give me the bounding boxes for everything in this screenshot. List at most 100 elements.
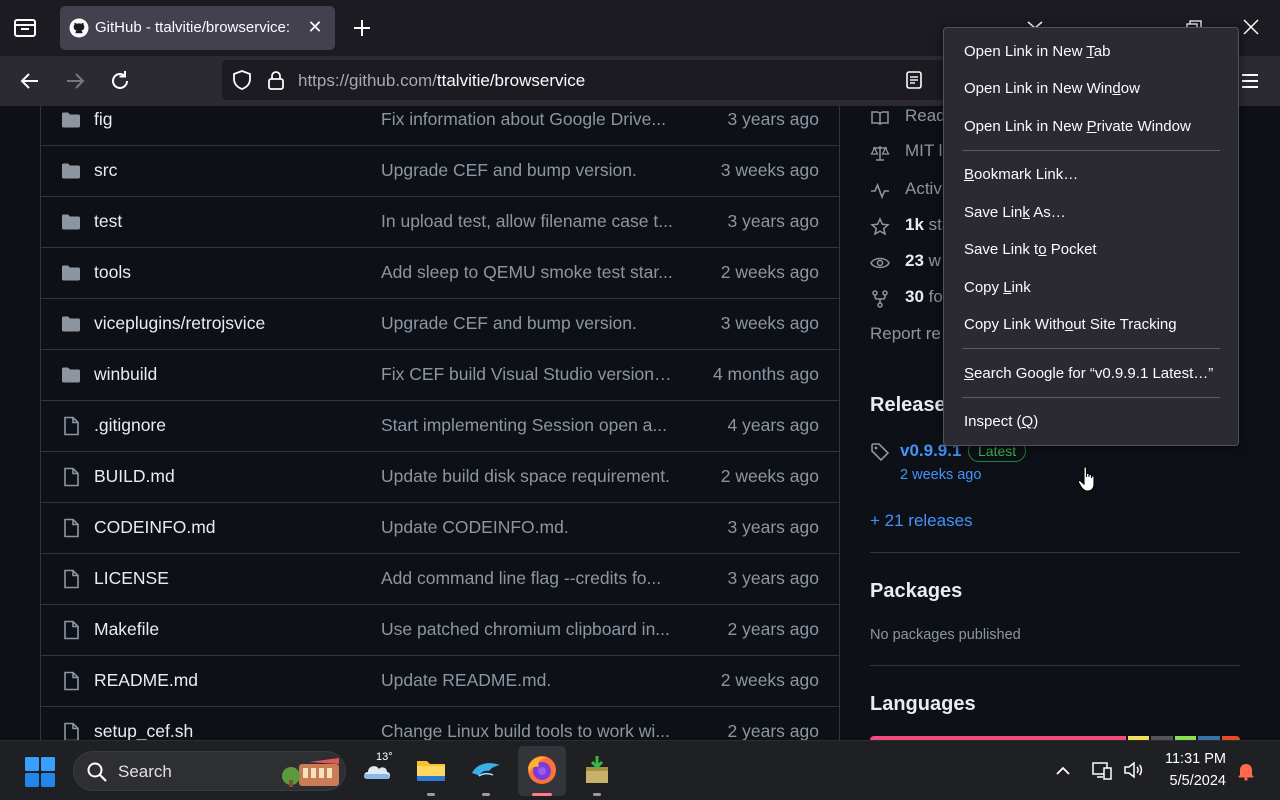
menu-search-google[interactable]: Search Google for “v0.9.9.1 Latest…” [964, 365, 1213, 382]
file-icon [61, 467, 81, 487]
divider [870, 552, 1240, 553]
menu-save-link-as[interactable]: Save Link As… [964, 204, 1066, 221]
lock-icon[interactable] [265, 69, 287, 91]
search-icon [87, 762, 107, 782]
menu-open-new-tab[interactable]: Open Link in New Tab [964, 43, 1110, 60]
commit-message-link[interactable]: Update CODEINFO.md. [381, 517, 673, 538]
close-window-icon[interactable] [1240, 16, 1262, 38]
forks-link[interactable]: 30 fo [870, 287, 950, 311]
file-name-link[interactable]: CODEINFO.md [94, 517, 216, 538]
reload-icon[interactable] [106, 67, 134, 95]
commit-message-link[interactable]: Upgrade CEF and bump version. [381, 313, 673, 334]
eye-icon [870, 257, 890, 269]
file-row: Makefile Use patched chromium clipboard i… [41, 604, 839, 655]
file-name-link[interactable]: fig [94, 109, 112, 130]
commit-message-link[interactable]: Upgrade CEF and bump version. [381, 160, 673, 181]
file-icon [61, 671, 81, 691]
reader-view-icon[interactable] [904, 70, 924, 90]
license-link[interactable]: MIT l [870, 141, 950, 165]
more-releases-link[interactable]: + 21 releases [870, 511, 973, 531]
file-name-link[interactable]: src [94, 160, 117, 181]
menu-copy-link-clean[interactable]: Copy Link Without Site Tracking [964, 316, 1177, 333]
file-name-link[interactable]: LICENSE [94, 568, 169, 589]
menu-open-new-window[interactable]: Open Link in New Window [964, 80, 1140, 97]
menu-copy-link[interactable]: Copy Link [964, 279, 1031, 296]
activity-link[interactable]: Activ [870, 179, 950, 203]
packages-text: No packages published [870, 627, 1021, 643]
folder-icon [61, 314, 81, 334]
fork-icon [872, 290, 888, 308]
menu-open-private-window[interactable]: Open Link in New Private Window [964, 118, 1191, 135]
address-bar[interactable]: https://github.com/ttalvitie/browservice [222, 60, 952, 100]
chevron-up-icon[interactable] [1053, 761, 1073, 781]
file-row: fig Fix information about Google Drive...… [41, 106, 839, 145]
commit-date: 3 years ago [727, 109, 819, 129]
file-name-link[interactable]: tools [94, 262, 131, 283]
commit-date: 2 weeks ago [720, 670, 819, 690]
taskbar: Search 13° 11:31 PM 5/5/2024 [0, 740, 1280, 800]
report-repository-link[interactable]: Report re [870, 324, 950, 344]
file-row: tools Add sleep to QEMU smoke test star..… [41, 247, 839, 298]
file-explorer-icon[interactable] [414, 753, 448, 787]
file-name-link[interactable]: README.md [94, 670, 198, 691]
commit-date: 2 weeks ago [720, 262, 819, 282]
file-name-link[interactable]: winbuild [94, 364, 157, 385]
windows-start-icon[interactable] [24, 756, 56, 788]
commit-date: 2 weeks ago [720, 466, 819, 486]
file-name-link[interactable]: Makefile [94, 619, 159, 640]
tag-icon [871, 443, 890, 462]
commit-date: 4 years ago [727, 415, 819, 435]
app-indicator [593, 793, 601, 796]
readme-link[interactable]: Read [870, 106, 950, 130]
file-icon [61, 518, 81, 538]
firefox-taskbar-button[interactable] [518, 746, 566, 796]
menu-inspect[interactable]: Inspect (Q) [964, 413, 1038, 430]
network-icon[interactable] [1091, 759, 1113, 781]
url-text: https://github.com/ttalvitie/browservice [298, 71, 586, 90]
back-arrow-icon[interactable] [16, 67, 44, 95]
clock-time[interactable]: 11:31 PM [1162, 751, 1226, 767]
file-name-link[interactable]: .gitignore [94, 415, 166, 436]
hamburger-menu-icon[interactable] [1238, 69, 1262, 93]
commit-message-link[interactable]: In upload test, allow filename case t... [381, 211, 673, 232]
notification-bell-icon[interactable] [1236, 761, 1256, 781]
languages-heading: Languages [870, 693, 976, 715]
menu-bookmark-link[interactable]: Bookmark Link… [964, 166, 1078, 183]
packages-heading[interactable]: Packages [870, 580, 962, 603]
new-tab-icon[interactable] [349, 15, 375, 41]
file-icon [61, 569, 81, 589]
weather-temperature: 13° [376, 751, 393, 763]
commit-message-link[interactable]: Update README.md. [381, 670, 673, 691]
tab-github[interactable]: GitHub - ttalvitie/browservice: Br ✕ [60, 6, 335, 50]
commit-message-link[interactable]: Use patched chromium clipboard in... [381, 619, 673, 640]
commit-message-link[interactable]: Add command line flag --credits fo... [381, 568, 673, 589]
installer-package-icon[interactable] [580, 753, 614, 787]
file-name-link[interactable]: setup_cef.sh [94, 721, 193, 740]
close-tab-icon[interactable]: ✕ [305, 17, 325, 37]
search-label: Search [118, 762, 172, 781]
file-name-link[interactable]: BUILD.md [94, 466, 175, 487]
commit-message-link[interactable]: Fix CEF build Visual Studio version t... [381, 364, 673, 385]
volume-icon[interactable] [1122, 759, 1144, 781]
commit-message-link[interactable]: Add sleep to QEMU smoke test star... [381, 262, 673, 283]
commit-message-link[interactable]: Update build disk space requirement. [381, 466, 673, 487]
shield-icon[interactable] [231, 69, 253, 91]
stars-link[interactable]: 1k sta [870, 215, 950, 239]
tab-list-icon[interactable] [10, 14, 40, 42]
file-name-link[interactable]: test [94, 211, 122, 232]
commit-date: 3 years ago [727, 517, 819, 537]
file-name-link[interactable]: viceplugins/retrojsvice [94, 313, 265, 334]
clock-date[interactable]: 5/5/2024 [1162, 773, 1226, 789]
commit-message-link[interactable]: Change Linux build tools to work wi... [381, 721, 673, 740]
forward-arrow-icon[interactable] [61, 67, 89, 95]
commit-message-link[interactable]: Start implementing Session open a... [381, 415, 673, 436]
commit-message-link[interactable]: Fix information about Google Drive... [381, 109, 673, 130]
menu-save-to-pocket[interactable]: Save Link to Pocket [964, 241, 1097, 258]
watchers-link[interactable]: 23 w [870, 251, 950, 275]
file-row: src Upgrade CEF and bump version. 3 weeks … [41, 145, 839, 196]
hand-cursor-icon [1077, 466, 1095, 492]
taskbar-search[interactable]: Search [73, 751, 346, 791]
folder-icon [61, 263, 81, 283]
dolphin-emulator-icon[interactable] [469, 753, 503, 787]
file-row: BUILD.md Update build disk space requirem… [41, 451, 839, 502]
